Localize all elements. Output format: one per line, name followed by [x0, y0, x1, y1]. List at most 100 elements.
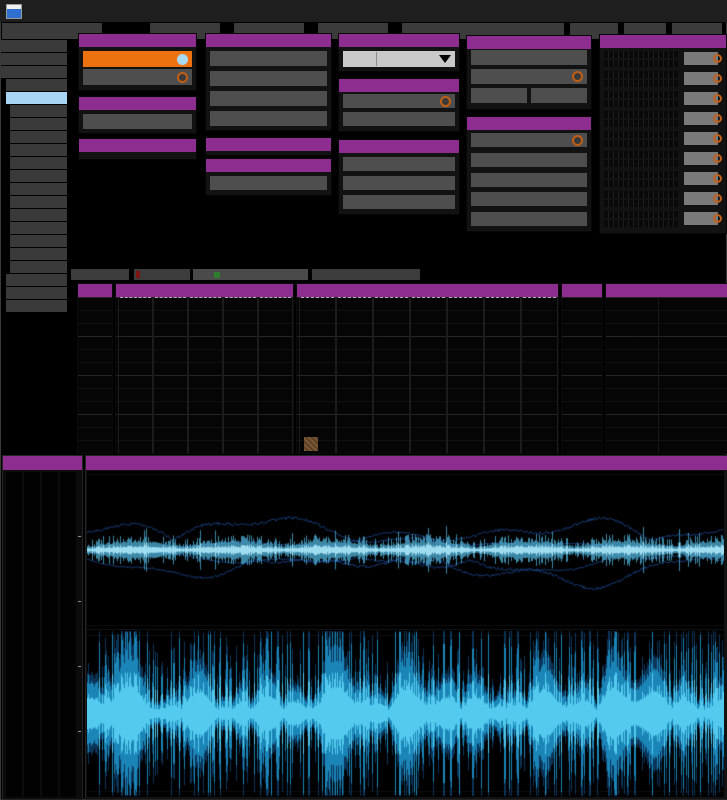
output-right-meter	[60, 472, 76, 797]
sidebar-item-band-coupling[interactable]	[10, 261, 67, 273]
overview-band-row	[600, 210, 726, 228]
multiband-plot	[116, 297, 293, 453]
peak-hold-line	[449, 297, 482, 298]
peak-hold-line	[155, 297, 186, 298]
band-coupling-slider[interactable]	[471, 50, 587, 65]
sidebar-item-release[interactable]	[10, 131, 67, 143]
maximize-button[interactable]	[656, 0, 682, 22]
band-column	[188, 297, 223, 453]
sidebar-item-quick-overview[interactable]	[10, 105, 67, 117]
link-second-to-last-slider[interactable]	[471, 212, 587, 226]
input-waveform	[87, 471, 724, 629]
bottom-levels-header	[3, 456, 82, 470]
gate-slowdown-slider[interactable]	[343, 176, 455, 190]
graph-multiband-header	[116, 284, 293, 297]
band-column	[258, 297, 293, 453]
link-3-2-slider[interactable]	[471, 173, 587, 187]
latency-bar[interactable]	[134, 269, 190, 280]
input-output-header	[86, 456, 727, 470]
sidebar-item-limit-clip[interactable]	[10, 183, 67, 195]
hear-toggle[interactable]	[83, 69, 192, 85]
band-meter	[604, 151, 678, 167]
sidebar-item-detection[interactable]	[10, 196, 67, 208]
sidebar-item-levels[interactable]	[10, 170, 67, 182]
toggle-off-icon[interactable]	[713, 214, 722, 223]
only-pull-down-toggle[interactable]	[471, 69, 587, 84]
attack-speeds-multiplier-slider[interactable]	[210, 91, 327, 106]
panel-wideband-release-gate	[338, 139, 460, 215]
band-column	[373, 297, 410, 453]
density-slider[interactable]	[83, 114, 192, 129]
levels-meter-body	[3, 470, 82, 799]
dc-plot	[78, 297, 112, 453]
peak-hold-line	[523, 297, 556, 298]
pre-emphasis-setting[interactable]	[210, 176, 327, 190]
peak-hold-line	[301, 297, 334, 298]
toggle-off-icon[interactable]	[713, 194, 722, 203]
chevron-down-icon	[439, 55, 451, 63]
sidebar-item-low-level-boost[interactable]	[6, 79, 67, 91]
toggle-off-icon[interactable]	[713, 154, 722, 163]
toggle-off-icon[interactable]	[713, 114, 722, 123]
gate-speed-slider[interactable]	[343, 195, 455, 209]
close-button[interactable]	[688, 0, 714, 22]
graph-dc	[77, 283, 113, 454]
link-2-1-slider[interactable]	[471, 153, 587, 167]
toggle-on-icon	[177, 53, 188, 65]
sidebar-item-attack[interactable]	[10, 118, 67, 130]
flat-band-tops-toggle[interactable]	[343, 94, 455, 108]
sidebar-item-release-gate[interactable]	[10, 157, 67, 169]
cpu-bar[interactable]	[193, 269, 308, 280]
multiband-compressor-toggle[interactable]	[83, 51, 192, 67]
graph-multiband-2	[296, 283, 559, 454]
gate-freeze-slider[interactable]	[343, 157, 455, 171]
peak-hold-line	[225, 297, 256, 298]
overview-band-row	[600, 190, 726, 208]
toggle-off-icon[interactable]	[713, 94, 722, 103]
buffer-size-bar[interactable]	[71, 269, 129, 280]
flat-frequency-response-slider[interactable]	[343, 112, 455, 126]
sidebar-item-multiband-1[interactable]	[6, 92, 67, 104]
panel-bottom-levels	[2, 455, 83, 800]
scale-tick	[78, 666, 81, 667]
sidebar-item-limiting-clipping[interactable]	[6, 300, 67, 312]
panel-flat-freq-header	[339, 79, 459, 92]
sidebar-item-spectral-balance[interactable]	[10, 248, 67, 260]
sidebar-item-sudden-drops[interactable]	[10, 222, 67, 234]
clip-plot	[606, 297, 727, 453]
dropdown-separator	[376, 52, 377, 66]
minimize-button[interactable]	[626, 0, 652, 22]
sidebar-item-behavior[interactable]	[10, 209, 67, 221]
hi-free-slider[interactable]	[531, 88, 587, 103]
toggle-off-icon[interactable]	[713, 74, 722, 83]
toggle-off-icon[interactable]	[713, 174, 722, 183]
release-speeds-multiplier-slider[interactable]	[210, 111, 327, 126]
no-indicator-bar[interactable]	[312, 269, 420, 280]
peak-hold-line	[120, 297, 151, 298]
sidebar-item-processing[interactable]	[1, 66, 67, 78]
drive-slider[interactable]	[210, 51, 327, 66]
gate-indicator-box	[304, 437, 318, 451]
toggle-off-icon[interactable]	[713, 54, 722, 63]
scale-tick	[78, 536, 81, 537]
output-level-slider[interactable]	[210, 71, 327, 86]
lo-free-slider[interactable]	[471, 88, 527, 103]
sidebar-item-multiband-2[interactable]	[6, 274, 67, 286]
band-meter	[604, 111, 678, 127]
band-meter	[604, 211, 678, 227]
link-third-to-last-slider[interactable]	[471, 192, 587, 206]
band-meter	[604, 71, 678, 87]
sidebar-item-repair[interactable]	[1, 53, 67, 65]
sidebar-item-wideband-compr[interactable]	[6, 287, 67, 299]
sidebar-item-io[interactable]	[1, 40, 67, 52]
panel-pre-emphasized	[205, 158, 332, 196]
multiband-2-plot	[297, 297, 558, 453]
sidebar-item-bands[interactable]	[10, 235, 67, 247]
bands-dropdown[interactable]	[343, 51, 455, 67]
toggle-off-icon[interactable]	[713, 134, 722, 143]
non-linear-toggle[interactable]	[471, 133, 587, 147]
output-left-meter	[42, 472, 58, 797]
title-bar	[0, 0, 727, 22]
sidebar-item-dynamic-speeds[interactable]	[10, 144, 67, 156]
output-waveform	[87, 630, 724, 797]
